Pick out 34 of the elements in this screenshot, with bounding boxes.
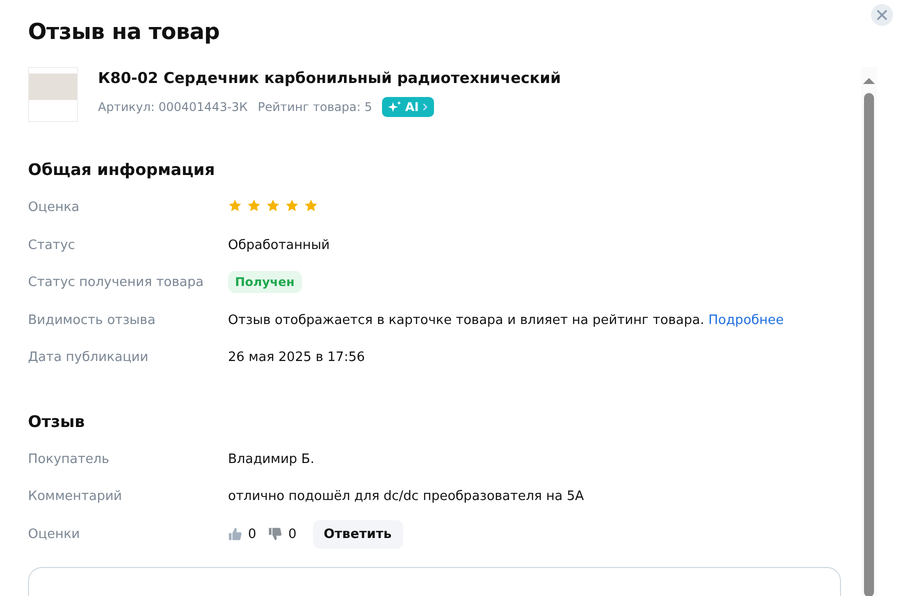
field-label: Статус получения товара: [28, 275, 205, 290]
field-label: Оценка: [28, 200, 80, 216]
close-button[interactable]: [871, 4, 893, 26]
field-label: Покупатель: [28, 452, 110, 467]
field-value: 26 мая 2025 в 17:56: [228, 350, 365, 366]
product-rating: Рейтинг товара: 5: [258, 100, 372, 114]
field-label: Статус: [28, 238, 76, 253]
field-label: Оценки: [28, 526, 81, 542]
dialog-title: Отзыв на товар: [28, 20, 221, 45]
section-heading: Общая информация: [28, 160, 216, 179]
field-label: Комментарий: [28, 489, 123, 504]
field-value: Обработанный: [228, 238, 330, 253]
scroll-up-icon[interactable]: [862, 77, 876, 85]
more-link[interactable]: Подробнее: [708, 312, 784, 328]
status-badge: Получен: [228, 271, 302, 294]
field-label: Видимость отзыва: [28, 312, 156, 328]
like-count: 0: [248, 526, 256, 542]
thumbs-up-icon[interactable]: [228, 527, 242, 542]
photo-placeholder: [28, 67, 78, 122]
dislike-count: 0: [288, 526, 297, 542]
thumbs-down-icon[interactable]: [268, 527, 282, 542]
product-name: К80-02 Сердечник карбонильный радиотехнический: [98, 69, 561, 87]
sparkle-icon: [388, 101, 402, 113]
scrollbar[interactable]: [861, 67, 877, 596]
field-value: Отзыв отображается в карточке товара и влияет на рейтинг товара. Подробнее: [228, 312, 784, 328]
article-number: Артикул: 000401443-3К: [98, 100, 248, 114]
close-icon: [877, 10, 887, 20]
chevron-right-icon: [422, 103, 428, 111]
ai-button[interactable]: AI: [382, 97, 434, 117]
field-label: Дата публикации: [28, 350, 150, 366]
field-value: отлично подошёл для dc/dc преобразователя на 5А: [228, 489, 584, 504]
field-value: Владимир Б.: [228, 452, 314, 467]
section-heading: Отзыв: [28, 412, 86, 430]
reply-button[interactable]: Ответить: [312, 520, 403, 549]
